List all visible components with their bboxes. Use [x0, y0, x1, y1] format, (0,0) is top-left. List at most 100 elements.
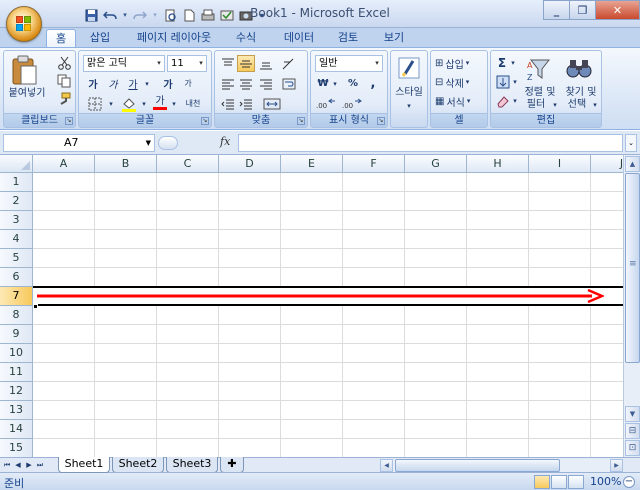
underline-button[interactable]: 가: [124, 75, 142, 92]
cell-d13[interactable]: [219, 401, 281, 420]
cell-e5[interactable]: [281, 249, 343, 268]
increase-decimal-icon[interactable]: .00: [315, 95, 337, 112]
font-color-dropdown-icon[interactable]: ▾: [170, 95, 178, 112]
cell-b4[interactable]: [95, 230, 157, 249]
cell-i12[interactable]: [529, 382, 591, 401]
cell-b2[interactable]: [95, 192, 157, 211]
cell-e3[interactable]: [281, 211, 343, 230]
tab-page-layout[interactable]: 페이지 레이아웃: [124, 29, 224, 47]
row-header-8[interactable]: 8: [0, 306, 33, 325]
cell-g8[interactable]: [405, 306, 467, 325]
cell-d15[interactable]: [219, 439, 281, 457]
column-header-f[interactable]: F: [343, 155, 405, 173]
find-select-label-2[interactable]: 선택: [561, 99, 593, 111]
row-header-2[interactable]: 2: [0, 192, 33, 211]
cell-a3[interactable]: [33, 211, 95, 230]
cell-e9[interactable]: [281, 325, 343, 344]
row-header-11[interactable]: 11: [0, 363, 33, 382]
cell-j10[interactable]: [591, 344, 623, 363]
delete-cells-button[interactable]: ⊟ 삭제 ▾: [435, 74, 485, 90]
cell-c14[interactable]: [157, 420, 219, 439]
sheet-tab-sheet2[interactable]: Sheet2: [112, 457, 164, 473]
increase-indent-icon[interactable]: [237, 95, 255, 112]
scroll-right-icon[interactable]: ▶: [610, 459, 623, 472]
cell-j5[interactable]: [591, 249, 623, 268]
align-middle-icon[interactable]: [237, 55, 255, 72]
cell-e2[interactable]: [281, 192, 343, 211]
alignment-launcher-icon[interactable]: ↘: [297, 117, 305, 125]
cell-c10[interactable]: [157, 344, 219, 363]
cell-c2[interactable]: [157, 192, 219, 211]
cell-f14[interactable]: [343, 420, 405, 439]
column-header-d[interactable]: D: [219, 155, 281, 173]
styles-icon[interactable]: [396, 55, 422, 81]
new-document-icon[interactable]: [181, 7, 197, 23]
cell-c9[interactable]: [157, 325, 219, 344]
redo-dropdown-icon[interactable]: ▾: [151, 7, 159, 23]
cell-a15[interactable]: [33, 439, 95, 457]
cell-g14[interactable]: [405, 420, 467, 439]
cell-c1[interactable]: [157, 173, 219, 192]
column-header-b[interactable]: B: [95, 155, 157, 173]
cell-i11[interactable]: [529, 363, 591, 382]
cell-j4[interactable]: [591, 230, 623, 249]
sort-filter-label-2[interactable]: 필터: [521, 99, 551, 111]
worksheet-grid[interactable]: ABCDEFGHIJ 1 2 3 4 5 6 7 8 9 10 11 12 13 14 15: [0, 155, 623, 457]
formula-input[interactable]: [238, 134, 623, 152]
cell-h5[interactable]: [467, 249, 529, 268]
cell-f15[interactable]: [343, 439, 405, 457]
cell-e12[interactable]: [281, 382, 343, 401]
insert-function-button[interactable]: fx: [220, 135, 230, 148]
format-dropdown-icon[interactable]: ▾: [467, 97, 471, 105]
column-header-g[interactable]: G: [405, 155, 467, 173]
print-preview-icon[interactable]: [162, 7, 178, 23]
currency-button[interactable]: ₩: [315, 75, 331, 92]
row-header-13[interactable]: 13: [0, 401, 33, 420]
cell-g2[interactable]: [405, 192, 467, 211]
insert-dropdown-icon[interactable]: ▾: [466, 59, 470, 67]
cell-i13[interactable]: [529, 401, 591, 420]
find-select-label[interactable]: 찾기 및: [561, 87, 601, 99]
cell-a11[interactable]: [33, 363, 95, 382]
cell-b10[interactable]: [95, 344, 157, 363]
cell-a8[interactable]: [33, 306, 95, 325]
cell-h13[interactable]: [467, 401, 529, 420]
bold-button[interactable]: 가: [84, 75, 102, 92]
spell-check-icon[interactable]: [219, 7, 235, 23]
styles-button[interactable]: 스타일: [391, 87, 427, 99]
cell-g4[interactable]: [405, 230, 467, 249]
cell-a13[interactable]: [33, 401, 95, 420]
cell-b6[interactable]: [95, 268, 157, 287]
insert-sheet-icon[interactable]: ✚: [220, 457, 244, 473]
cell-d3[interactable]: [219, 211, 281, 230]
cell-j11[interactable]: [591, 363, 623, 382]
cell-f1[interactable]: [343, 173, 405, 192]
styles-dropdown-icon[interactable]: ▾: [403, 101, 415, 111]
scroll-left-icon[interactable]: ◀: [380, 459, 393, 472]
cell-i5[interactable]: [529, 249, 591, 268]
column-header-h[interactable]: H: [467, 155, 529, 173]
cell-i10[interactable]: [529, 344, 591, 363]
align-top-icon[interactable]: [219, 55, 237, 72]
cell-e4[interactable]: [281, 230, 343, 249]
cell-a14[interactable]: [33, 420, 95, 439]
cell-a6[interactable]: [33, 268, 95, 287]
wrap-text-icon[interactable]: [279, 75, 299, 92]
minimize-button[interactable]: _: [543, 0, 570, 20]
cell-e11[interactable]: [281, 363, 343, 382]
name-box[interactable]: A7 ▼: [3, 134, 155, 152]
format-cells-button[interactable]: ▦ 서식 ▾: [435, 93, 485, 109]
tab-home[interactable]: 홈: [46, 29, 76, 47]
font-launcher-icon[interactable]: ↘: [201, 117, 209, 125]
first-sheet-icon[interactable]: ⏮: [2, 459, 12, 471]
vertical-scroll-thumb[interactable]: [625, 173, 640, 363]
prev-sheet-icon[interactable]: ◀: [13, 459, 23, 471]
sheet-tab-sheet1[interactable]: Sheet1: [58, 457, 110, 473]
borders-dropdown-icon[interactable]: ▾: [107, 95, 115, 112]
undo-icon[interactable]: [102, 7, 118, 23]
cell-i6[interactable]: [529, 268, 591, 287]
cell-d2[interactable]: [219, 192, 281, 211]
cell-a10[interactable]: [33, 344, 95, 363]
cell-i3[interactable]: [529, 211, 591, 230]
cell-b5[interactable]: [95, 249, 157, 268]
